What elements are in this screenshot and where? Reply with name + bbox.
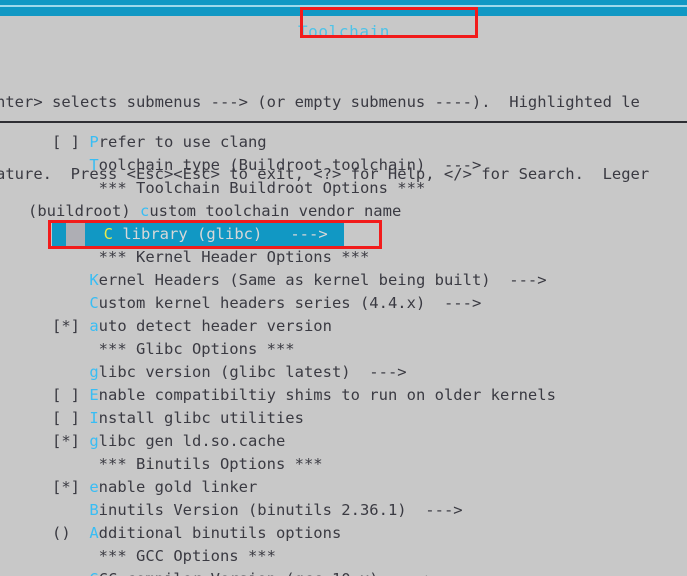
menu-item[interactable]: *** Kernel Header Options *** (0, 246, 687, 269)
menu-item-marker (52, 363, 89, 381)
menu-item[interactable]: [*] enable gold linker (0, 476, 687, 499)
menu-item-prefix: *** Glibc Options *** (89, 340, 295, 358)
menu-item-hotkey: C (89, 294, 99, 312)
menu-item[interactable]: Binutils Version (binutils 2.36.1) ---> (0, 499, 687, 522)
menu-item-hotkey: a (89, 317, 99, 335)
menu-item-label: libc version (glibc latest) ---> (98, 363, 407, 381)
menu-item-marker (52, 340, 89, 358)
menu-item-label: ustom toolchain vendor name (149, 202, 402, 220)
menu-item-hotkey: P (89, 133, 99, 151)
menu-item-prefix: *** Binutils Options *** (89, 455, 323, 473)
menu-item[interactable]: *** GCC Options *** (0, 545, 687, 568)
menu-item-label: libc gen ld.so.cache (98, 432, 286, 450)
menu-item[interactable]: GCC compiler Version (gcc 10.x) ---> (0, 568, 687, 576)
menu-item-marker (52, 455, 89, 473)
menu-item-marker (52, 547, 89, 565)
menu-item-selected[interactable]: C library (glibc) ---> (0, 223, 687, 246)
menu-item[interactable]: *** Binutils Options *** (0, 453, 687, 476)
menu-item-marker: [ ] (52, 133, 90, 151)
menu-item[interactable]: Toolchain type (Buildroot toolchain) ---… (0, 154, 687, 177)
window-chrome-rule (0, 5, 687, 7)
menu-item-hotkey: C (103, 225, 114, 243)
menu-item-marker: [ ] (52, 409, 90, 427)
menu-item-marker (52, 156, 89, 174)
menu-item[interactable]: [ ] Install glibc utilities (0, 407, 687, 430)
menu-item[interactable]: *** Toolchain Buildroot Options *** (0, 177, 687, 200)
menu-item-marker (52, 179, 89, 197)
help-line-1: nter> selects submenus ---> (or empty su… (0, 93, 640, 111)
menu-item-label: CC compiler Version (gcc 10.x) ---> (99, 570, 435, 576)
menu-item-label: ustom kernel headers series (4.4.x) ---> (98, 294, 482, 312)
selection-left-pad (52, 223, 66, 246)
menu-item-selection-highlight: C library (glibc) ---> (52, 223, 344, 246)
menu-item-label: refer to use clang (98, 133, 267, 151)
menu-item-hotkey: K (89, 271, 99, 289)
cursor-block (66, 223, 85, 246)
menu-item-label: nable gold linker (98, 478, 258, 496)
menu-item-marker (52, 271, 89, 289)
menu-item[interactable]: [*] glibc gen ld.so.cache (0, 430, 687, 453)
menu-item-prefix: (buildroot) (28, 202, 140, 220)
menu-item-marker: [ ] (52, 386, 90, 404)
menu-item-hotkey: T (89, 156, 99, 174)
menu-item-hotkey: A (89, 524, 99, 542)
menu-item-hotkey: c (139, 202, 150, 220)
menu-item-label: dditional binutils options (98, 524, 342, 542)
menu-item[interactable]: Custom kernel headers series (4.4.x) ---… (0, 292, 687, 315)
menu-item-hotkey: I (89, 409, 99, 427)
menu-item[interactable]: *** Glibc Options *** (0, 338, 687, 361)
menu-item-marker (52, 248, 89, 266)
menu-item-marker (52, 294, 89, 312)
window-title-bar: Toolchain (0, 16, 687, 45)
menu-item-label: uto detect header version (98, 317, 332, 335)
menu-item-marker: [*] (52, 432, 90, 450)
window-chrome-bar (0, 0, 687, 16)
menu-item-prefix: *** Kernel Header Options *** (89, 248, 370, 266)
menu-item-label: oolchain type (Buildroot toolchain) ---> (98, 156, 482, 174)
menu-item-marker (52, 501, 89, 519)
menu-item-marker: () (52, 524, 90, 542)
menu-list[interactable]: [ ] Prefer to use clang Toolchain type (… (0, 131, 687, 576)
page-title: Toolchain (297, 22, 391, 41)
menu-item-marker (52, 570, 89, 576)
header-divider (0, 121, 687, 123)
menu-item-marker: [*] (52, 317, 90, 335)
menu-item[interactable]: glibc version (glibc latest) ---> (0, 361, 687, 384)
menu-item[interactable]: () Additional binutils options (0, 522, 687, 545)
menu-item-label: nstall glibc utilities (98, 409, 304, 427)
menu-item-hotkey: g (89, 363, 99, 381)
menu-item-hotkey: g (89, 432, 99, 450)
menu-item[interactable]: (buildroot) custom toolchain vendor name (0, 200, 687, 223)
menu-item[interactable]: [*] auto detect header version (0, 315, 687, 338)
menu-item-label: nable compatibiltiy shims to run on olde… (98, 386, 556, 404)
menu-item-hotkey: e (89, 478, 99, 496)
menu-item-hotkey: B (89, 501, 99, 519)
menu-item-label: C library (glibc) ---> (103, 225, 328, 243)
menu-item-prefix: *** GCC Options *** (89, 547, 276, 565)
menu-item-hotkey: E (89, 386, 99, 404)
menu-item[interactable]: Kernel Headers (Same as kernel being bui… (0, 269, 687, 292)
menu-item-label: ernel Headers (Same as kernel being buil… (98, 271, 547, 289)
menu-item[interactable]: [ ] Prefer to use clang (0, 131, 687, 154)
menu-item[interactable]: [ ] Enable compatibiltiy shims to run on… (0, 384, 687, 407)
menu-item-label: inutils Version (binutils 2.36.1) ---> (98, 501, 463, 519)
menu-item-prefix: *** Toolchain Buildroot Options *** (89, 179, 426, 197)
menu-item-hotkey: G (89, 570, 98, 576)
menu-item-marker: [*] (52, 478, 90, 496)
